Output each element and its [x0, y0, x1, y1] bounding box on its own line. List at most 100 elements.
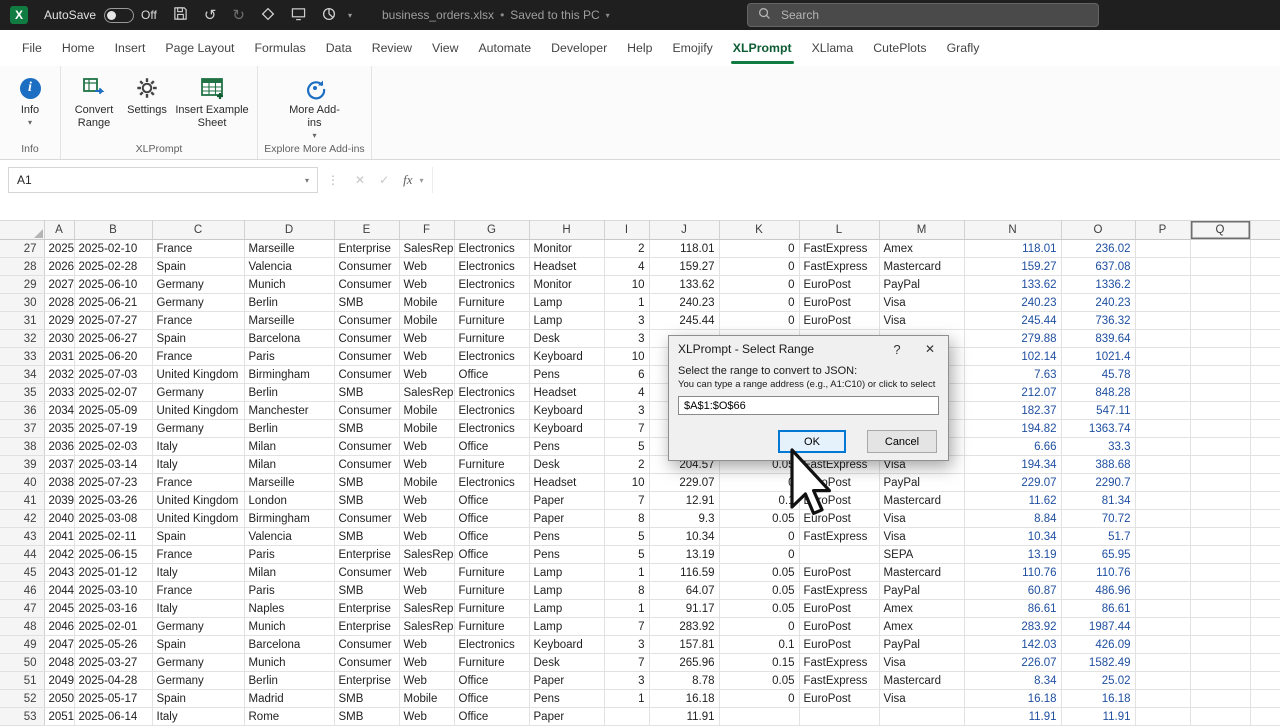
cell[interactable]: 2025-06-27: [74, 330, 152, 348]
cell[interactable]: 283.92: [649, 618, 719, 636]
cell[interactable]: Madrid: [244, 690, 334, 708]
cell[interactable]: Office: [454, 672, 529, 690]
cell[interactable]: 2049: [44, 672, 74, 690]
cell[interactable]: 0: [719, 294, 799, 312]
cell[interactable]: [1190, 582, 1250, 600]
cell[interactable]: [1190, 708, 1250, 726]
cell[interactable]: Furniture: [454, 312, 529, 330]
cell[interactable]: 839.64: [1061, 330, 1135, 348]
cell[interactable]: Office: [454, 708, 529, 726]
cell[interactable]: Birmingham: [244, 510, 334, 528]
cell[interactable]: Desk: [529, 654, 604, 672]
cell[interactable]: [1135, 654, 1190, 672]
cell[interactable]: 2048: [44, 654, 74, 672]
row-header-33[interactable]: 33: [0, 348, 44, 366]
cell[interactable]: [1250, 366, 1280, 384]
cell[interactable]: [1250, 600, 1280, 618]
cell[interactable]: 2030: [44, 330, 74, 348]
tab-file[interactable]: File: [12, 30, 52, 66]
row-header-38[interactable]: 38: [0, 438, 44, 456]
cell[interactable]: Monitor: [529, 276, 604, 294]
cell[interactable]: [1135, 456, 1190, 474]
cell[interactable]: [1250, 690, 1280, 708]
cell[interactable]: 2025-02-03: [74, 438, 152, 456]
cell[interactable]: Italy: [152, 456, 244, 474]
cell[interactable]: Web: [399, 258, 454, 276]
cell[interactable]: Berlin: [244, 294, 334, 312]
more-addins-button[interactable]: More Add-ins: [283, 71, 347, 142]
cell[interactable]: Enterprise: [334, 600, 399, 618]
cell[interactable]: [1135, 330, 1190, 348]
cell[interactable]: Spain: [152, 690, 244, 708]
cell[interactable]: Monitor: [529, 240, 604, 258]
cell[interactable]: Paper: [529, 510, 604, 528]
cell[interactable]: Mastercard: [879, 258, 964, 276]
cell[interactable]: SMB: [334, 528, 399, 546]
cell[interactable]: 64.07: [649, 582, 719, 600]
cell[interactable]: Spain: [152, 528, 244, 546]
cell[interactable]: Lamp: [529, 582, 604, 600]
cell[interactable]: Consumer: [334, 402, 399, 420]
cell[interactable]: 3: [604, 402, 649, 420]
cell[interactable]: Mastercard: [879, 564, 964, 582]
cell[interactable]: 2025-03-14: [74, 456, 152, 474]
cell[interactable]: 159.27: [649, 258, 719, 276]
cell[interactable]: 0.1: [719, 492, 799, 510]
cell[interactable]: 8: [604, 582, 649, 600]
cell[interactable]: Enterprise: [334, 672, 399, 690]
cell[interactable]: 2025-05-09: [74, 402, 152, 420]
cell[interactable]: 159.27: [964, 258, 1061, 276]
cell[interactable]: Furniture: [454, 456, 529, 474]
cell[interactable]: Germany: [152, 384, 244, 402]
row-header-48[interactable]: 48: [0, 618, 44, 636]
cell[interactable]: 226.07: [964, 654, 1061, 672]
cell[interactable]: 426.09: [1061, 636, 1135, 654]
row-header-41[interactable]: 41: [0, 492, 44, 510]
tab-home[interactable]: Home: [52, 30, 105, 66]
cell[interactable]: 194.34: [964, 456, 1061, 474]
cell[interactable]: 0: [719, 240, 799, 258]
cell[interactable]: 2025-05-26: [74, 636, 152, 654]
cell[interactable]: 2031: [44, 348, 74, 366]
cell[interactable]: Furniture: [454, 618, 529, 636]
cell[interactable]: [1135, 510, 1190, 528]
cell[interactable]: France: [152, 240, 244, 258]
row-header-40[interactable]: 40: [0, 474, 44, 492]
cell[interactable]: SalesRep: [399, 600, 454, 618]
cell[interactable]: 2025-02-01: [74, 618, 152, 636]
cell[interactable]: 2025-01-12: [74, 564, 152, 582]
cell[interactable]: 25.02: [1061, 672, 1135, 690]
cell[interactable]: [1190, 330, 1250, 348]
cell[interactable]: Paper: [529, 492, 604, 510]
cell[interactable]: 6: [604, 366, 649, 384]
cell[interactable]: [1190, 690, 1250, 708]
cell[interactable]: EuroPost: [799, 600, 879, 618]
cell[interactable]: 1: [604, 294, 649, 312]
cell[interactable]: [1190, 510, 1250, 528]
cell[interactable]: 2025-07-23: [74, 474, 152, 492]
row-header-27[interactable]: 27: [0, 240, 44, 258]
cell[interactable]: Electronics: [454, 276, 529, 294]
cell[interactable]: 116.59: [649, 564, 719, 582]
cell[interactable]: Manchester: [244, 402, 334, 420]
cell[interactable]: France: [152, 582, 244, 600]
cell[interactable]: Lamp: [529, 618, 604, 636]
tab-page-layout[interactable]: Page Layout: [155, 30, 244, 66]
cell[interactable]: SMB: [334, 294, 399, 312]
cell[interactable]: 2025-03-26: [74, 492, 152, 510]
cell[interactable]: 91.17: [649, 600, 719, 618]
cell[interactable]: Office: [454, 546, 529, 564]
cell[interactable]: 2025-07-19: [74, 420, 152, 438]
cell[interactable]: Web: [399, 582, 454, 600]
cell[interactable]: [1135, 384, 1190, 402]
cell[interactable]: Spain: [152, 258, 244, 276]
cell[interactable]: France: [152, 312, 244, 330]
tab-cuteplots[interactable]: CutePlots: [863, 30, 936, 66]
info-button[interactable]: i Info: [5, 71, 55, 129]
cell[interactable]: Web: [399, 366, 454, 384]
cell[interactable]: 2025-06-21: [74, 294, 152, 312]
cell[interactable]: Germany: [152, 294, 244, 312]
redo-button[interactable]: [232, 8, 245, 23]
cell[interactable]: Italy: [152, 600, 244, 618]
cell[interactable]: 2025: [44, 240, 74, 258]
